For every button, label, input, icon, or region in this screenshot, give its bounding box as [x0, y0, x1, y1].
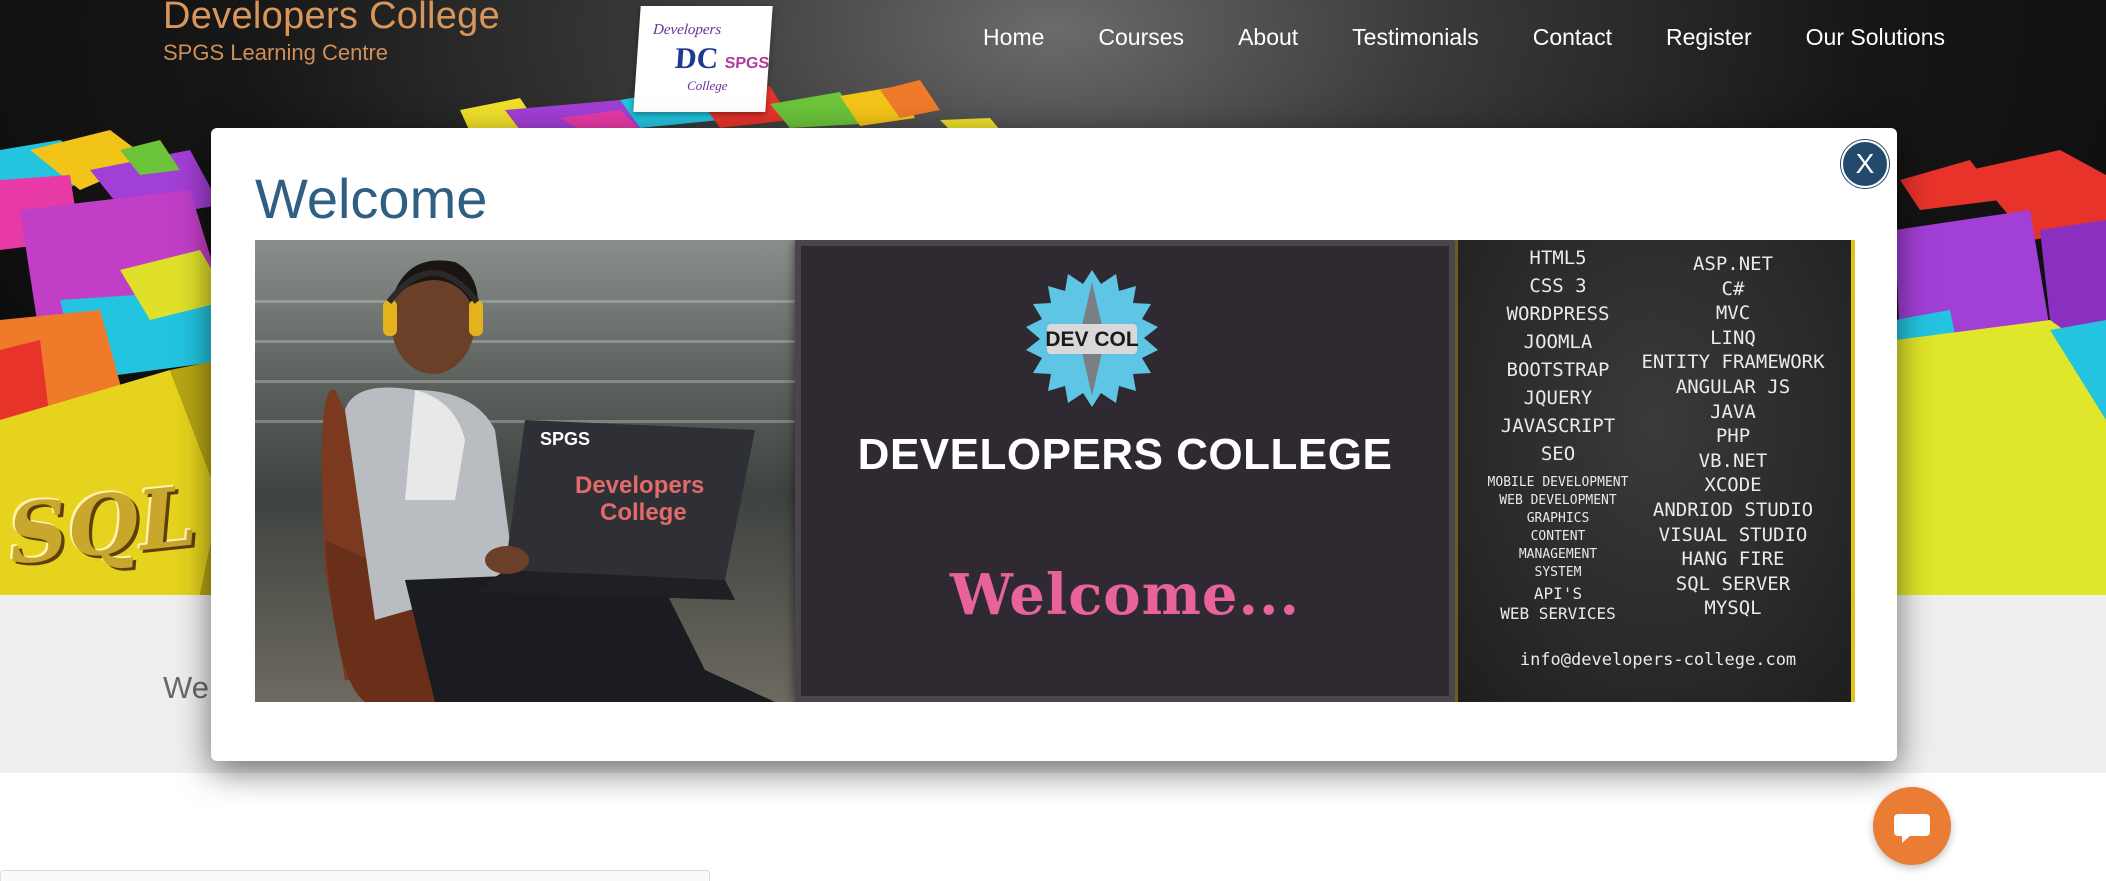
modal-title: Welcome — [255, 167, 488, 230]
chalk-item: VISUAL STUDIO — [1658, 523, 1808, 546]
chalk-item: ANGULAR JS — [1675, 375, 1791, 398]
badge-text: DEV COL — [1045, 328, 1139, 351]
page: Developers College SPGS Learning Centre … — [0, 0, 2106, 881]
chalkboard-panel: HTML5 CSS 3 WORDPRESS JOOMLA BOOTSTRAP J… — [1455, 240, 1855, 702]
chalk-item: MYSQL — [1704, 597, 1762, 620]
center-title: DEVELOPERS COLLEGE — [857, 430, 1393, 479]
chalk-right-list: ASP.NET C# MVC LINQ ENTITY FRAMEWORK ANG… — [1608, 252, 1855, 621]
chalk-item: HANG FIRE — [1681, 548, 1785, 571]
laptop-logo: SPGS — [540, 429, 590, 449]
chalk-item: ENTITY FRAMEWORK — [1641, 351, 1825, 374]
welcome-banner: SPGS Developers College DEV COL DEVELOPE… — [255, 240, 1855, 702]
chalk-item: XCODE — [1704, 474, 1762, 497]
chalk-email: info@developers-college.com — [1519, 650, 1797, 670]
center-welcome: Welcome... — [949, 562, 1301, 628]
chalk-item: JAVA — [1710, 400, 1756, 423]
chalk-item: LINQ — [1710, 326, 1756, 349]
welcome-modal: Welcome X SPGS Developers College DEV CO… — [211, 128, 1897, 761]
chalk-item: SQL SERVER — [1675, 572, 1791, 595]
chalk-item: PHP — [1715, 425, 1751, 448]
laptop-text-2: College — [600, 499, 687, 526]
close-button[interactable]: X — [1841, 140, 1889, 188]
chalk-item: VB.NET — [1698, 449, 1768, 472]
student-illustration: SPGS Developers College — [321, 260, 775, 702]
chalk-item: ASP.NET — [1692, 253, 1774, 275]
chalk-item: ANDRIOD STUDIO — [1652, 498, 1814, 521]
chat-bubble-icon — [1894, 814, 1930, 843]
student-photo: SPGS Developers College — [255, 240, 795, 702]
dev-col-badge-icon: DEV COL — [1026, 270, 1158, 407]
laptop-text-1: Developers — [575, 472, 704, 499]
chalk-item: MVC — [1715, 302, 1751, 325]
chat-button[interactable] — [1873, 787, 1951, 865]
chalk-item: C# — [1721, 277, 1745, 300]
center-panel: DEV COL DEVELOPERS COLLEGE Welcome... — [795, 240, 1455, 702]
